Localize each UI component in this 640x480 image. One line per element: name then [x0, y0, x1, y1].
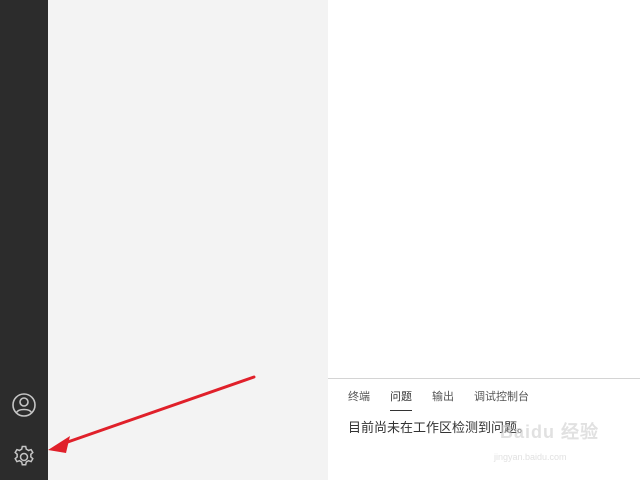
tab-problems[interactable]: 问题	[390, 389, 422, 411]
sidebar	[48, 0, 328, 480]
editor-area	[328, 0, 640, 378]
manage-button[interactable]	[0, 437, 48, 477]
tab-debug-console[interactable]: 调试控制台	[474, 389, 539, 411]
gear-icon	[14, 445, 34, 466]
watermark-logo: Baidu 经验	[500, 422, 600, 442]
panel-tabs: 终端 问题 输出 调试控制台	[348, 389, 549, 411]
tab-output[interactable]: 输出	[432, 389, 464, 411]
watermark-url: jingyan.baidu.com	[494, 452, 567, 462]
tab-terminal[interactable]: 终端	[348, 389, 380, 411]
account-circle-icon	[12, 393, 36, 417]
activity-bar	[0, 0, 48, 480]
account-button[interactable]	[0, 385, 48, 425]
